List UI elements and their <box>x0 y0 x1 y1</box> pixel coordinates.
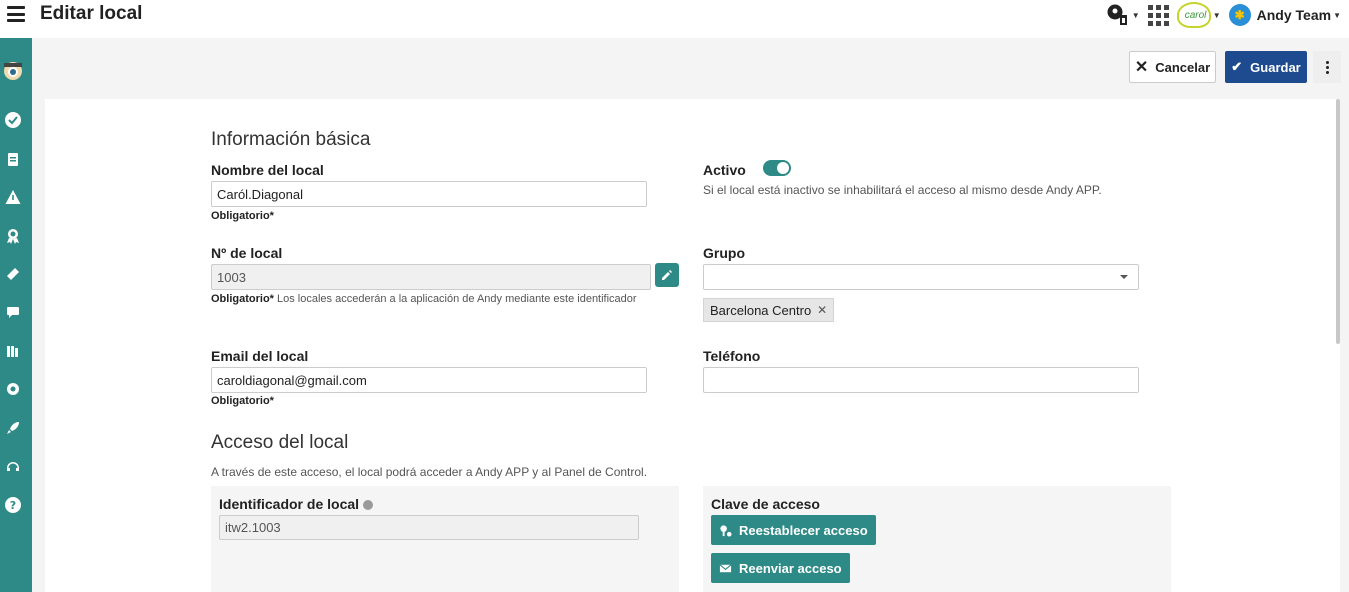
active-label: Activo <box>703 162 746 178</box>
resend-access-button[interactable]: Reenviar acceso <box>711 553 850 583</box>
warning-icon[interactable] <box>4 188 22 206</box>
more-dots-icon <box>1325 60 1329 64</box>
more-options-button[interactable] <box>1313 51 1341 83</box>
edit-number-button[interactable] <box>655 263 679 287</box>
section-title-access: Acceso del local <box>211 432 349 453</box>
chevron-down-icon <box>1120 275 1128 279</box>
user-menu[interactable]: ✱ Andy Team ▼ <box>1228 4 1341 26</box>
sidebar: ? <box>0 38 32 592</box>
remove-chip-icon[interactable]: ✕ <box>817 303 827 317</box>
reset-access-button[interactable]: Reestablecer acceso <box>711 515 876 545</box>
headset-icon[interactable] <box>4 458 22 476</box>
section-title-basic-info: Información básica <box>211 129 371 150</box>
ticket-icon[interactable] <box>4 265 22 283</box>
email-label: Email del local <box>211 348 309 364</box>
location-menu[interactable]: ▼ <box>1106 3 1140 27</box>
top-right-controls: ▼ carol ▼ ✱ Andy Team ▼ <box>1106 0 1349 30</box>
scrollbar[interactable] <box>1336 99 1340 344</box>
access-description: A través de este acceso, el local podrá … <box>211 465 648 479</box>
group-select[interactable] <box>703 264 1139 290</box>
caret-icon: ▼ <box>1212 10 1221 20</box>
active-hint: Si el local está inactivo se inhabilitar… <box>703 183 1102 197</box>
avatar: ✱ <box>1228 4 1251 26</box>
user-name: Andy Team <box>1256 7 1332 23</box>
key-reset-icon <box>720 524 732 537</box>
apps-grid-button[interactable] <box>1147 4 1169 26</box>
award-icon[interactable] <box>4 227 22 245</box>
email-hint: Obligatorio* <box>211 395 274 407</box>
caret-icon: ▼ <box>1333 10 1341 20</box>
clipboard-icon[interactable] <box>4 150 22 168</box>
active-toggle[interactable] <box>763 160 791 176</box>
key-label: Clave de acceso <box>711 496 820 512</box>
close-icon: ✕ <box>1134 59 1149 76</box>
number-hint: Obligatorio* Los locales accederán a la … <box>211 293 637 305</box>
caret-icon: ▼ <box>1131 10 1140 20</box>
location-key-icon <box>1107 4 1127 25</box>
menu-icon[interactable] <box>7 5 25 23</box>
pencil-icon <box>662 270 672 280</box>
page-title: Editar local <box>40 3 143 24</box>
apps-grid-icon <box>1147 4 1169 26</box>
check-icon: ✔ <box>1231 59 1243 74</box>
identifier-label: Identificador de local <box>219 496 374 512</box>
group-chip: Barcelona Centro ✕ <box>703 298 835 322</box>
books-icon[interactable] <box>4 342 22 360</box>
number-field[interactable] <box>211 264 651 290</box>
chat-icon[interactable] <box>4 303 22 321</box>
name-hint: Obligatorio* <box>211 210 274 222</box>
save-button[interactable]: ✔ Guardar <box>1225 51 1307 83</box>
name-field[interactable] <box>211 181 647 207</box>
brand-switcher[interactable]: carol ▼ <box>1176 2 1221 28</box>
group-label: Grupo <box>703 245 745 261</box>
check-icon[interactable] <box>4 111 22 129</box>
help-icon[interactable]: ? <box>4 496 22 514</box>
svg-text:?: ? <box>10 499 16 512</box>
gear-icon[interactable] <box>4 380 22 398</box>
envelope-icon <box>719 563 732 572</box>
number-label: Nº de local <box>211 245 283 261</box>
phone-label: Teléfono <box>703 348 761 364</box>
info-icon[interactable] <box>363 500 374 511</box>
top-bar: Editar local ▼ carol ▼ ✱ Andy Team ▼ <box>0 0 1349 38</box>
email-field[interactable] <box>211 367 647 393</box>
rocket-icon[interactable] <box>4 419 22 437</box>
name-label: Nombre del local <box>211 162 324 178</box>
phone-field[interactable] <box>703 367 1139 393</box>
andy-logo-icon[interactable] <box>2 60 24 82</box>
cancel-button[interactable]: ✕ Cancelar <box>1129 51 1216 83</box>
carol-logo: carol <box>1176 2 1211 28</box>
identifier-field[interactable] <box>219 515 639 540</box>
